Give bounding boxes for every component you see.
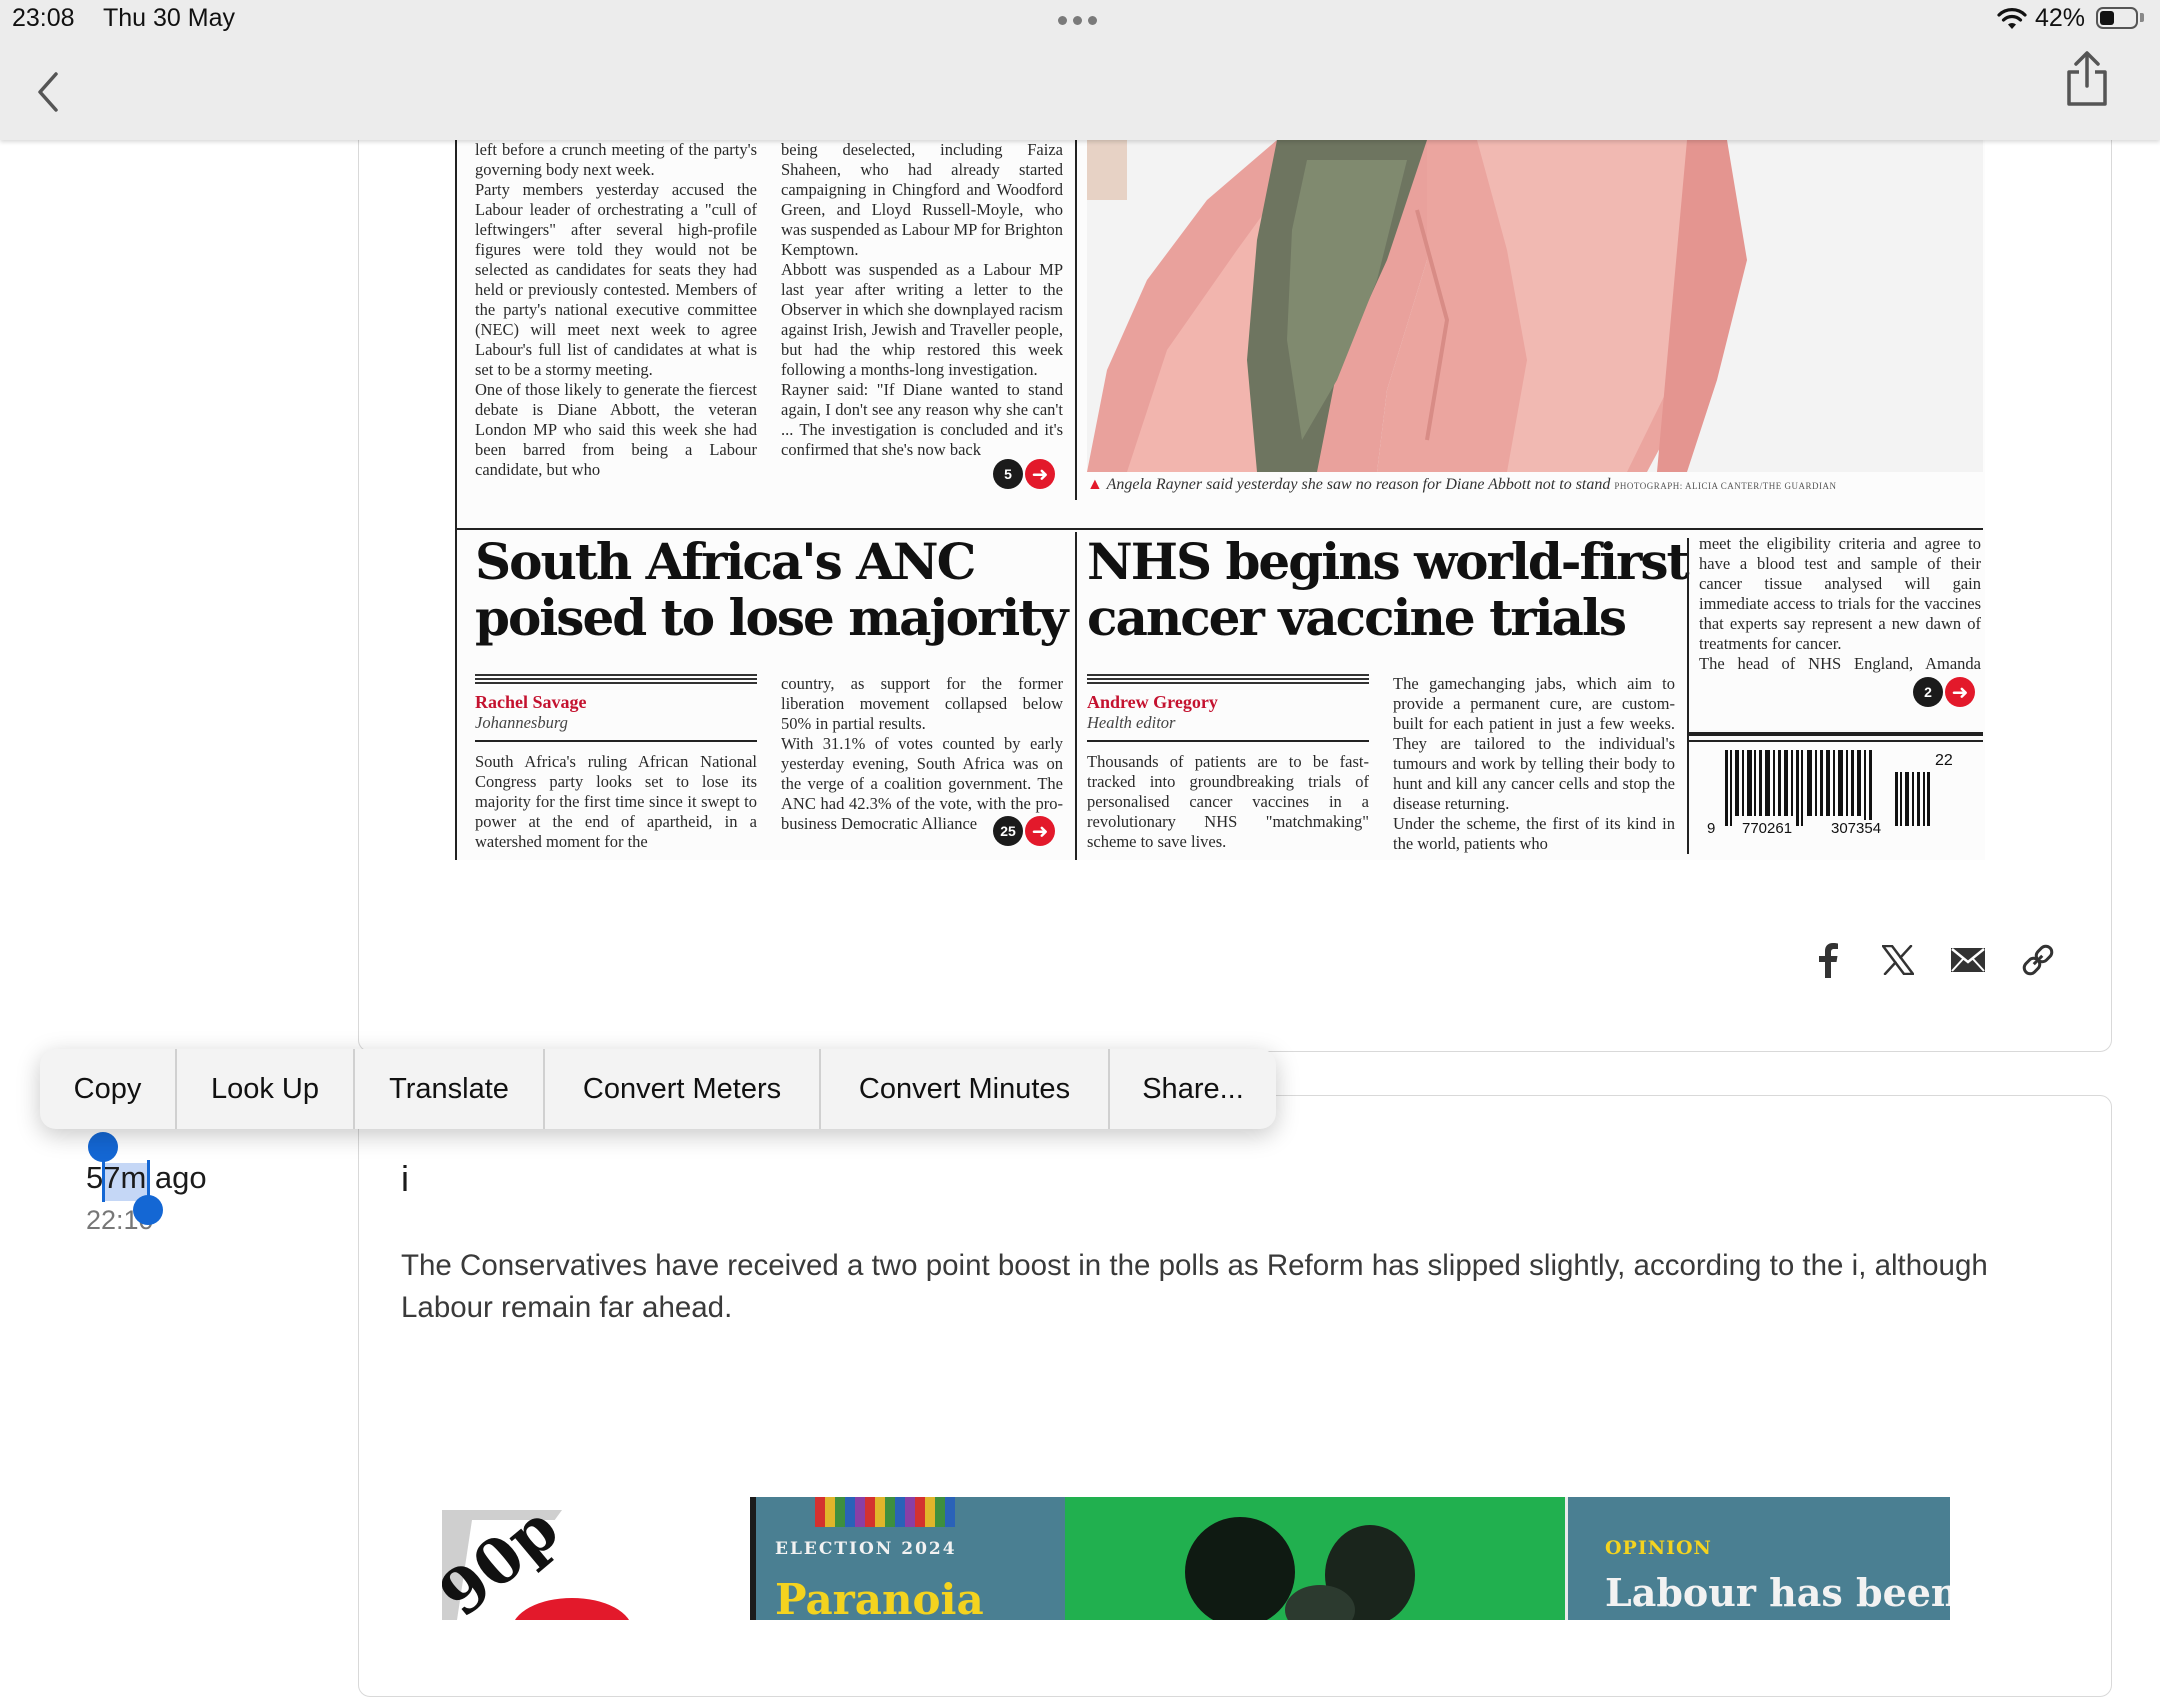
text-selection-context-menu: Copy Look Up Translate Convert Meters Co…	[40, 1049, 1276, 1129]
facebook-icon[interactable]	[1806, 938, 1850, 982]
menu-item-look-up[interactable]: Look Up	[177, 1049, 355, 1129]
menu-item-share[interactable]: Share...	[1110, 1049, 1276, 1129]
byline-rule	[1087, 674, 1369, 686]
lead-story-column-1: left before a crunch meeting of the part…	[475, 140, 757, 479]
opinion-headline: Labour has been	[1605, 1570, 1950, 1615]
page-reference: 25 ➜	[993, 816, 1055, 846]
mail-icon[interactable]	[1946, 938, 1990, 982]
battery-icon	[2096, 7, 2138, 29]
front-page-strip[interactable]: ELECTION 2024 Paranoia OPINION Labour ha…	[750, 1497, 1950, 1620]
photo-caption: ▲ Angela Rayner said yesterday she saw n…	[1087, 476, 1837, 493]
byline-rule	[475, 674, 757, 686]
top-bar: 23:08 Thu 30 May 42%	[0, 0, 2160, 140]
wifi-icon	[1997, 8, 2027, 29]
nhs-column-1: Thousands of patients are to be fast-tra…	[1087, 752, 1369, 851]
barcode-rule	[1689, 740, 1983, 742]
battery-cap	[2140, 13, 2144, 22]
menu-item-convert-minutes[interactable]: Convert Minutes	[821, 1049, 1110, 1129]
nhs-byline: Andrew Gregory	[1087, 692, 1218, 712]
election-tag: ELECTION 2024	[775, 1539, 957, 1559]
multitasking-dots-icon[interactable]	[1058, 16, 1097, 25]
status-time: 23:08	[12, 4, 75, 32]
page-reference: 2 ➜	[1913, 677, 1975, 707]
nhs-headline: NHS begins world-first cancer vaccine tr…	[1087, 532, 1690, 647]
battery-percent: 42%	[2035, 4, 2086, 32]
selection-start-bar	[102, 1160, 105, 1202]
selection-end-handle[interactable]	[133, 1195, 163, 1225]
selection-start-handle[interactable]	[88, 1132, 118, 1162]
x-icon[interactable]	[1876, 938, 1920, 982]
nhs-role: Health editor	[1087, 713, 1176, 732]
nhs-column-3: meet the eligibility criteria and agree …	[1699, 534, 1981, 673]
anc-headline: South Africa's ANC poised to lose majori…	[475, 532, 1068, 647]
anc-column-1: South Africa's ruling African National C…	[475, 752, 757, 851]
nhs-column-2: The gamechanging jabs, which aim to prov…	[1393, 674, 1675, 853]
election-bars-icon	[815, 1497, 955, 1527]
page-reference: 5 ➜	[993, 459, 1055, 489]
anc-dateline: Johannesburg	[475, 713, 568, 732]
front-headline: Paranoia	[775, 1575, 984, 1620]
i-newspaper-front-page[interactable]: 90p	[442, 1500, 752, 1620]
share-button[interactable]	[2062, 50, 2112, 110]
angela-rayner-photo	[1087, 140, 1983, 472]
front-photo	[1065, 1497, 1565, 1620]
column-rule	[455, 140, 457, 532]
column-rule	[455, 530, 457, 860]
section-rule	[455, 528, 1983, 530]
lead-story-column-2: being deselected, including Faiza Shahee…	[781, 140, 1063, 459]
barcode-issue: 22	[1935, 752, 1953, 769]
menu-item-translate[interactable]: Translate	[355, 1049, 545, 1129]
barcode-rule	[1689, 732, 1983, 736]
column-rule	[1687, 538, 1689, 854]
byline-underline	[475, 740, 757, 742]
barcode-digit: 9	[1707, 820, 1716, 837]
byline-underline	[1087, 740, 1369, 742]
column-rule	[1075, 532, 1077, 860]
newspaper-front-page-image[interactable]: left before a crunch meeting of the part…	[455, 140, 1985, 860]
opinion-tag: OPINION	[1605, 1537, 1712, 1559]
anc-byline: Rachel Savage	[475, 692, 587, 712]
entry-title: i	[401, 1158, 409, 1199]
barcode-group-1: 770261	[1740, 820, 1795, 837]
column-rule	[1075, 140, 1077, 500]
menu-item-copy[interactable]: Copy	[40, 1049, 177, 1129]
status-date: Thu 30 May	[103, 4, 236, 32]
barcode-group-2: 307354	[1829, 820, 1884, 837]
link-icon[interactable]	[2016, 938, 2060, 982]
entry-body: The Conservatives have received a two po…	[401, 1249, 1988, 1324]
barcode-image	[1725, 750, 1930, 826]
back-button[interactable]	[34, 70, 64, 114]
menu-item-convert-meters[interactable]: Convert Meters	[545, 1049, 821, 1129]
